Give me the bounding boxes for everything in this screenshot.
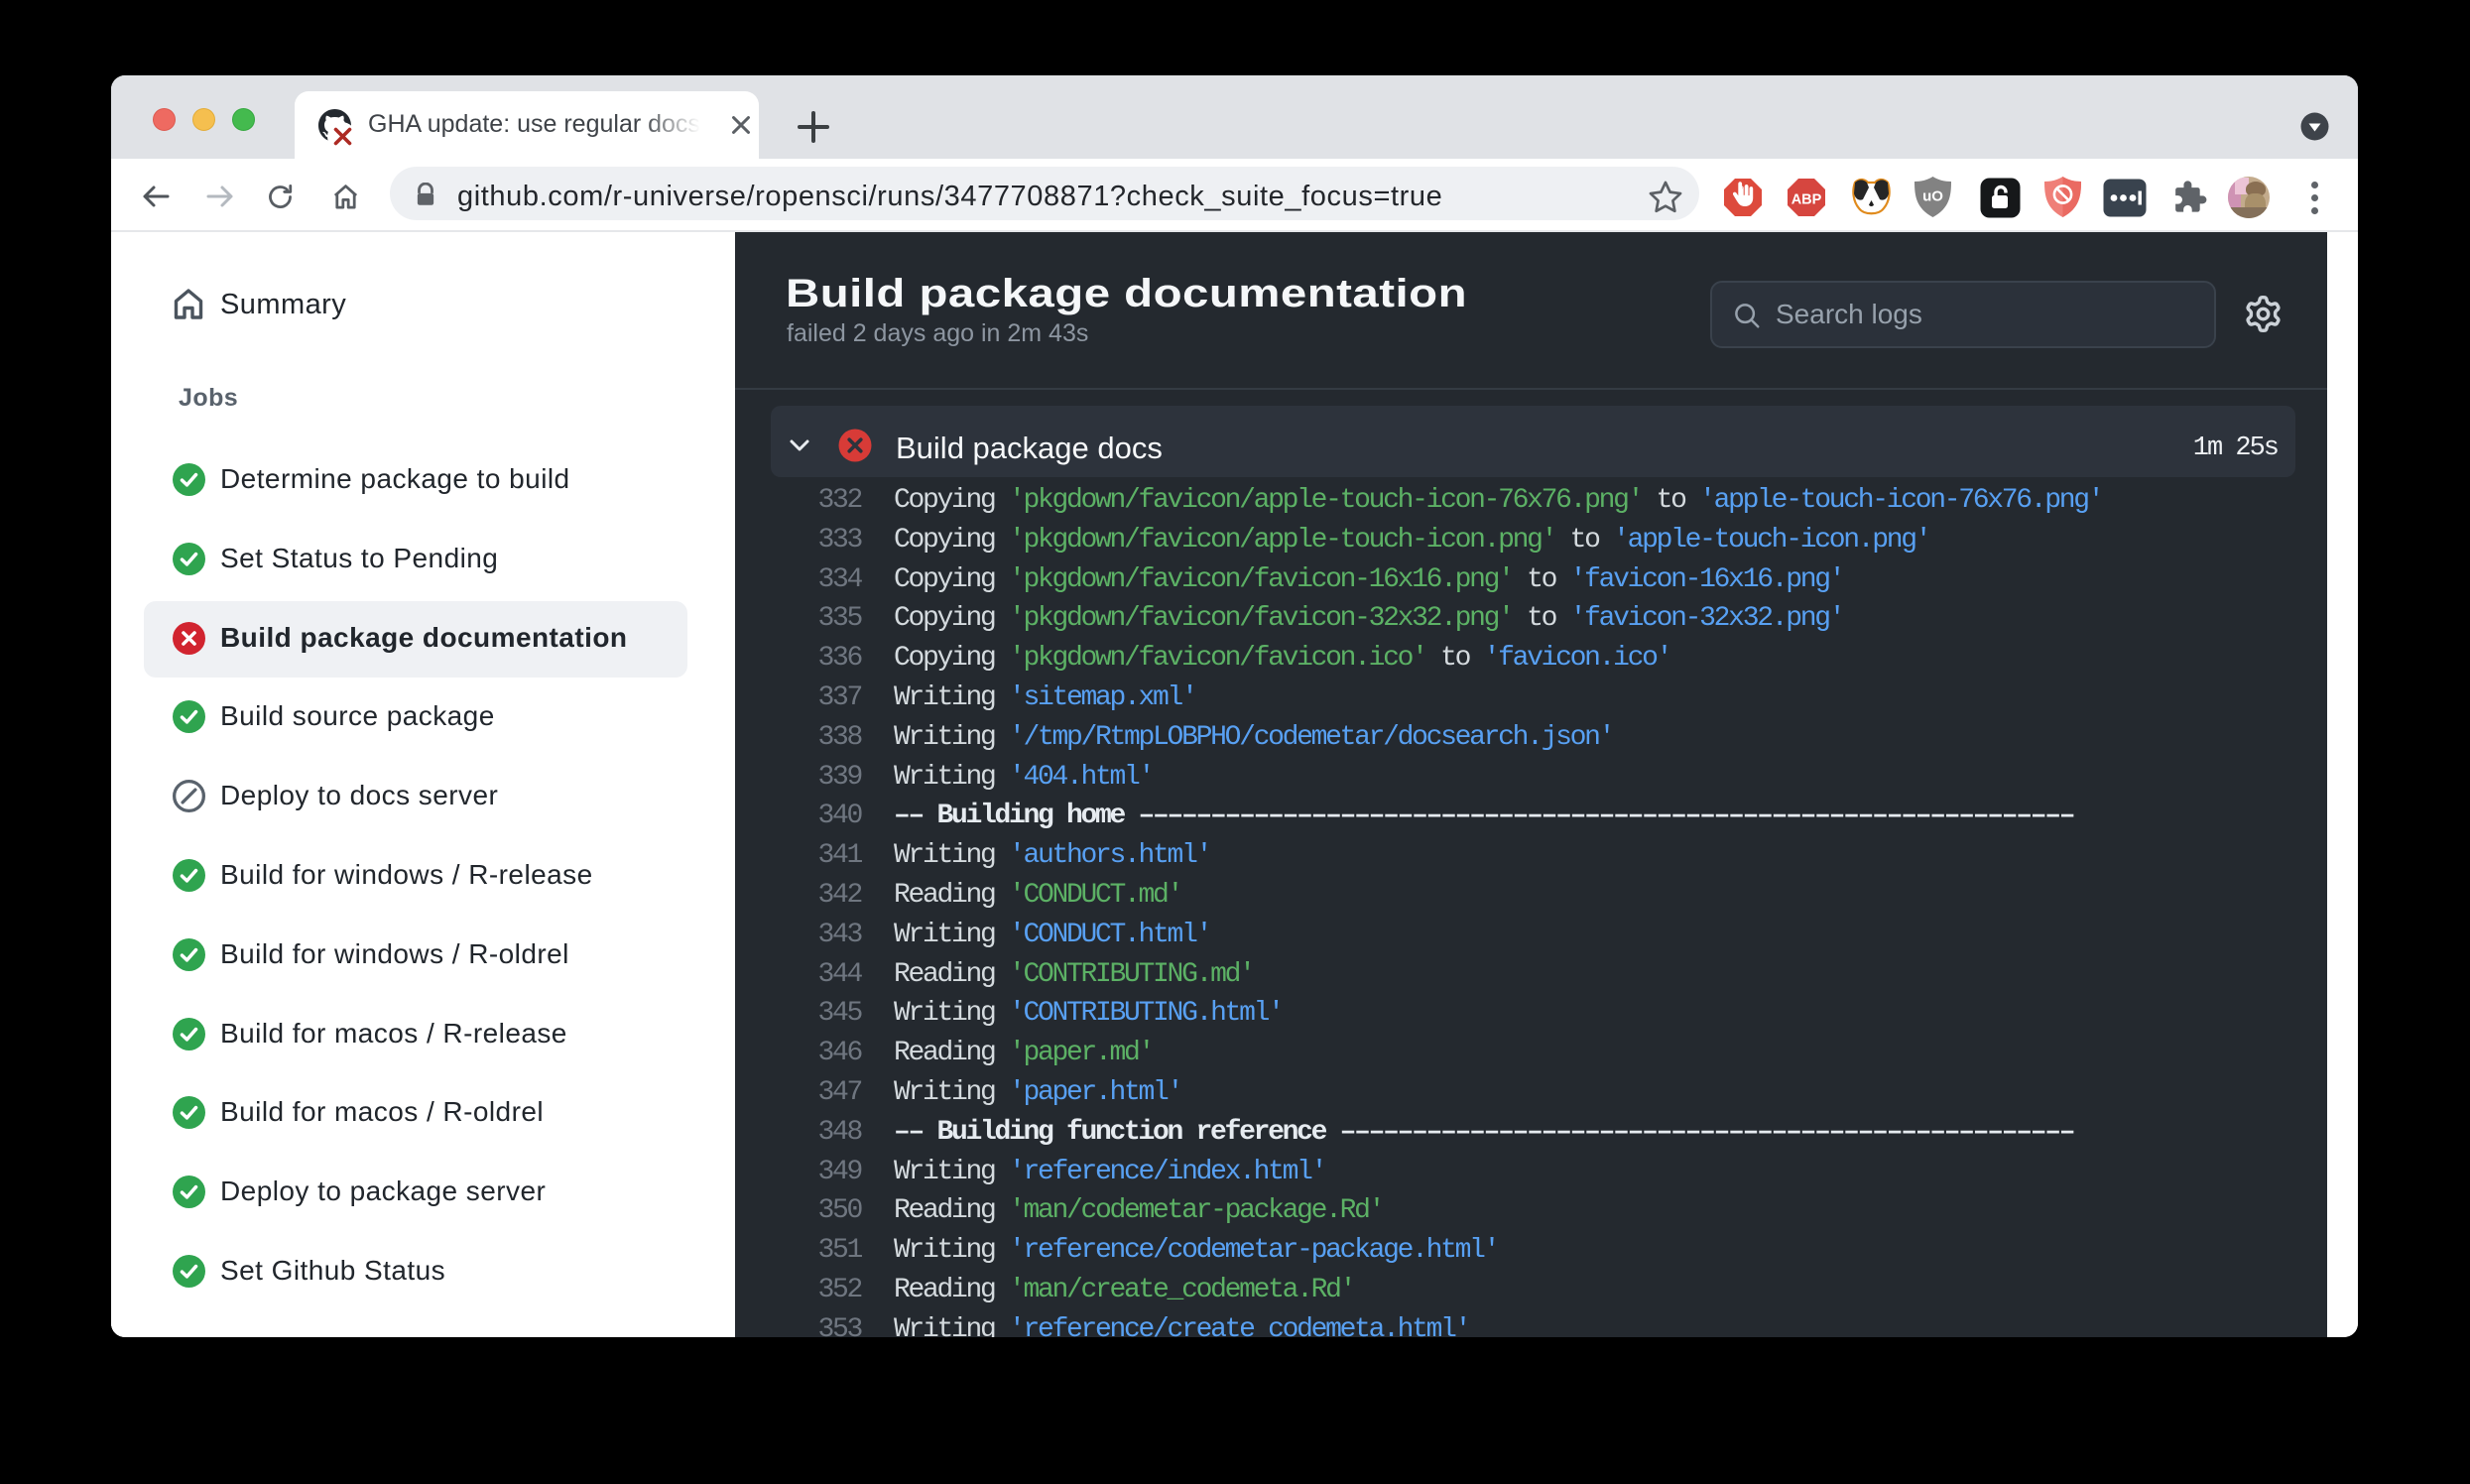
svg-text:uO: uO <box>1922 188 1943 205</box>
svg-text:ABP: ABP <box>1791 192 1822 208</box>
